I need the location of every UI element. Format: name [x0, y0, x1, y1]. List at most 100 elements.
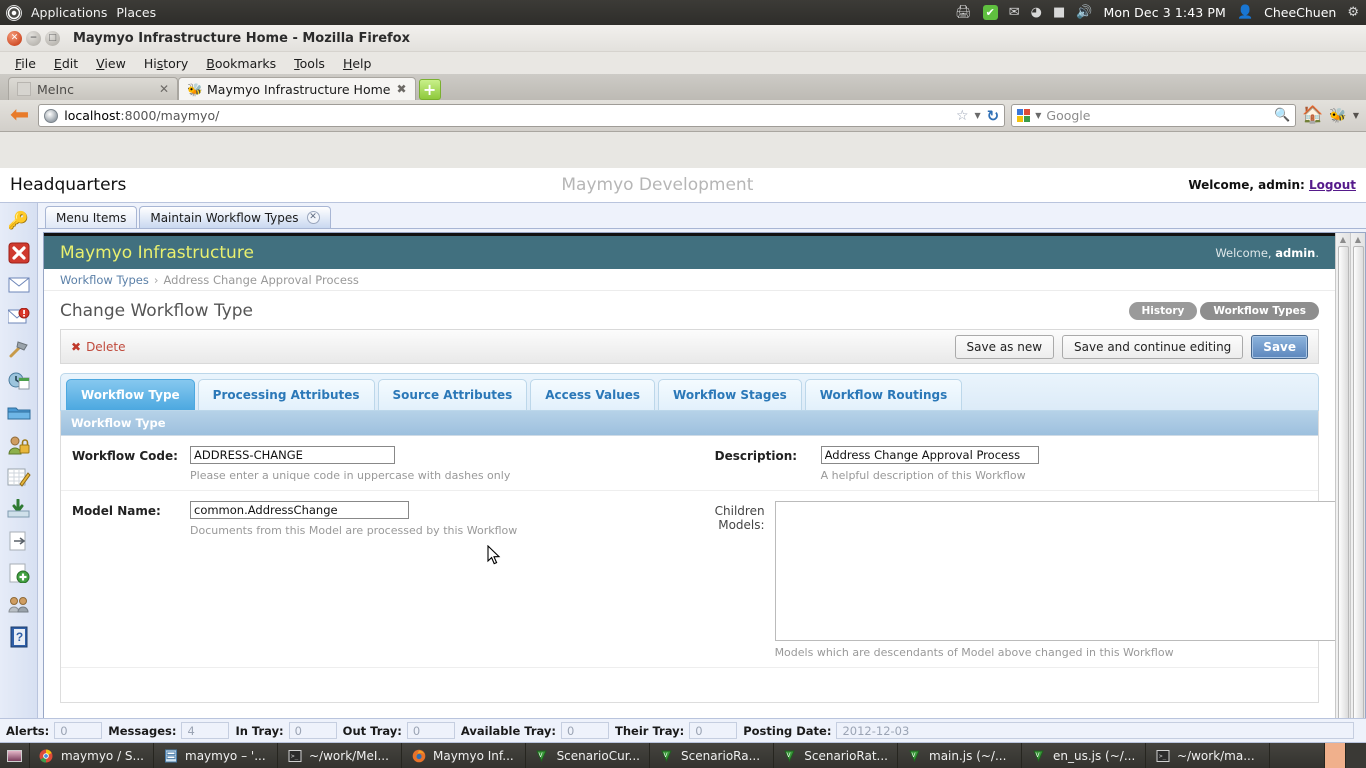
- app-tab-menu-items[interactable]: Menu Items: [45, 206, 137, 228]
- taskbar-item-vim-2[interactable]: V ScenarioRa...: [650, 743, 774, 768]
- window-close-button[interactable]: ✕: [7, 31, 22, 46]
- scroll-thumb[interactable]: [1338, 246, 1349, 718]
- save-as-new-button[interactable]: Save as new: [955, 335, 1055, 359]
- battery-icon[interactable]: ■: [1053, 6, 1065, 19]
- status-value[interactable]: 2012-12-03: [836, 722, 1354, 739]
- browser-tab-meinc[interactable]: MeInc ✕: [8, 77, 178, 100]
- menu-history[interactable]: History: [135, 56, 197, 71]
- new-tab-button[interactable]: +: [419, 79, 441, 100]
- status-value[interactable]: 0: [289, 722, 337, 739]
- checkmark-icon[interactable]: ✔: [983, 5, 998, 20]
- save-and-continue-button[interactable]: Save and continue editing: [1062, 335, 1243, 359]
- show-desktop-button[interactable]: [0, 743, 30, 768]
- model-name-input[interactable]: [190, 501, 409, 519]
- volume-icon[interactable]: 🔊: [1076, 6, 1092, 19]
- users-group-icon[interactable]: [5, 591, 33, 619]
- admin-outer-scrollbar[interactable]: ▲ ▼: [1350, 233, 1365, 718]
- status-value[interactable]: 0: [407, 722, 455, 739]
- menu-edit[interactable]: Edit: [45, 56, 87, 71]
- folder-icon[interactable]: [5, 399, 33, 427]
- scroll-thumb[interactable]: [1353, 246, 1364, 718]
- bookmark-star-icon[interactable]: ☆: [956, 108, 969, 124]
- clock[interactable]: Mon Dec 3 1:43 PM: [1103, 5, 1225, 20]
- close-icon[interactable]: ✖: [396, 82, 406, 96]
- status-value[interactable]: 0: [54, 722, 102, 739]
- admin-brand[interactable]: Maymyo Infrastructure: [60, 243, 254, 263]
- logout-link[interactable]: Logout: [1309, 178, 1356, 192]
- key-icon[interactable]: 🔑: [5, 207, 33, 235]
- breadcrumb-root-link[interactable]: Workflow Types: [60, 273, 149, 287]
- power-icon[interactable]: ⚙: [1347, 6, 1359, 19]
- workspace-2[interactable]: [1345, 743, 1366, 768]
- menu-applications[interactable]: Applications: [31, 5, 107, 20]
- menu-places[interactable]: Places: [116, 5, 156, 20]
- window-maximize-button[interactable]: □: [45, 31, 60, 46]
- wifi-icon[interactable]: ◕: [1031, 6, 1042, 19]
- printer-icon[interactable]: 🖨: [955, 6, 972, 19]
- tab-source-attributes[interactable]: Source Attributes: [378, 379, 528, 410]
- taskbar-item-vim-4[interactable]: V main.js (~/...: [898, 743, 1022, 768]
- search-icon[interactable]: 🔍: [1274, 108, 1290, 123]
- envelope-icon[interactable]: [5, 271, 33, 299]
- menu-bookmarks[interactable]: Bookmarks: [197, 56, 285, 71]
- children-models-textarea[interactable]: [775, 501, 1335, 641]
- admin-inner-scrollbar[interactable]: ▲ ▼: [1335, 233, 1350, 718]
- menu-tools[interactable]: Tools: [285, 56, 334, 71]
- tab-access-values[interactable]: Access Values: [530, 379, 655, 410]
- page-arrow-icon[interactable]: [5, 527, 33, 555]
- browser-tab-maymyo[interactable]: 🐝 Maymyo Infrastructure Home ✖: [178, 77, 416, 100]
- delete-red-x-icon[interactable]: [5, 239, 33, 267]
- chevron-down-icon[interactable]: ▼: [1353, 111, 1359, 120]
- description-input[interactable]: [821, 446, 1039, 464]
- extension-icon[interactable]: 🐝: [1329, 108, 1346, 124]
- tab-processing-attributes[interactable]: Processing Attributes: [198, 379, 375, 410]
- taskbar-item-firefox[interactable]: Maymyo Inf...: [402, 743, 526, 768]
- menu-help[interactable]: Help: [334, 56, 381, 71]
- taskbar-item-files[interactable]: maymyo – '...: [154, 743, 278, 768]
- workflow-code-input[interactable]: [190, 446, 395, 464]
- home-icon[interactable]: 🏠: [1302, 107, 1323, 124]
- workspace-switcher[interactable]: [1324, 743, 1366, 768]
- save-button[interactable]: Save: [1251, 335, 1308, 359]
- history-clock-icon[interactable]: [5, 367, 33, 395]
- taskbar-item-vim-1[interactable]: V ScenarioCur...: [526, 743, 650, 768]
- user-name[interactable]: CheeChuen: [1264, 5, 1336, 20]
- tab-workflow-routings[interactable]: Workflow Routings: [805, 379, 963, 410]
- menu-file[interactable]: File: [6, 56, 45, 71]
- status-value[interactable]: 0: [689, 722, 737, 739]
- app-tab-maintain-workflow-types[interactable]: Maintain Workflow Types ✕: [139, 206, 330, 228]
- taskbar-item-vim-5[interactable]: V en_us.js (~/...: [1022, 743, 1146, 768]
- reload-icon[interactable]: ↻: [987, 107, 1000, 125]
- mail-icon[interactable]: ✉: [1009, 6, 1020, 19]
- taskbar-item-terminal-1[interactable]: >_ ~/work/MeI...: [278, 743, 402, 768]
- ubuntu-logo-icon[interactable]: [6, 5, 22, 21]
- help-book-icon[interactable]: ?: [5, 623, 33, 651]
- user-lock-icon[interactable]: [5, 431, 33, 459]
- tab-workflow-stages[interactable]: Workflow Stages: [658, 379, 802, 410]
- spreadsheet-pen-icon[interactable]: [5, 463, 33, 491]
- status-value[interactable]: 0: [561, 722, 609, 739]
- taskbar-item-vim-3[interactable]: V ScenarioRat...: [774, 743, 898, 768]
- close-icon[interactable]: ✕: [159, 82, 169, 96]
- chevron-down-icon[interactable]: ▼: [1035, 111, 1041, 120]
- history-button[interactable]: History: [1129, 302, 1198, 320]
- scroll-up-icon[interactable]: ▲: [1355, 235, 1361, 244]
- search-input[interactable]: Google: [1046, 108, 1090, 123]
- close-icon[interactable]: ✕: [307, 211, 320, 224]
- workspace-1[interactable]: [1324, 743, 1345, 768]
- search-bar[interactable]: ▼ Google 🔍: [1011, 104, 1296, 127]
- tab-workflow-type[interactable]: Workflow Type: [66, 379, 195, 410]
- delete-link[interactable]: ✖ Delete: [71, 340, 126, 354]
- scroll-up-icon[interactable]: ▲: [1340, 235, 1346, 244]
- envelope-alert-icon[interactable]: [5, 303, 33, 331]
- workflow-types-button[interactable]: Workflow Types: [1200, 302, 1319, 320]
- window-minimize-button[interactable]: −: [26, 31, 41, 46]
- menu-view[interactable]: View: [87, 56, 135, 71]
- taskbar-item-chrome[interactable]: maymyo / S...: [30, 743, 154, 768]
- chevron-down-icon[interactable]: ▼: [975, 111, 981, 120]
- page-add-icon[interactable]: [5, 559, 33, 587]
- address-bar[interactable]: localhost:8000/maymyo/ ☆ ▼ ↻: [38, 104, 1005, 127]
- workspace-pager[interactable]: [1324, 743, 1366, 768]
- inbox-download-icon[interactable]: [5, 495, 33, 523]
- taskbar-item-terminal-2[interactable]: >_ ~/work/ma...: [1146, 743, 1270, 768]
